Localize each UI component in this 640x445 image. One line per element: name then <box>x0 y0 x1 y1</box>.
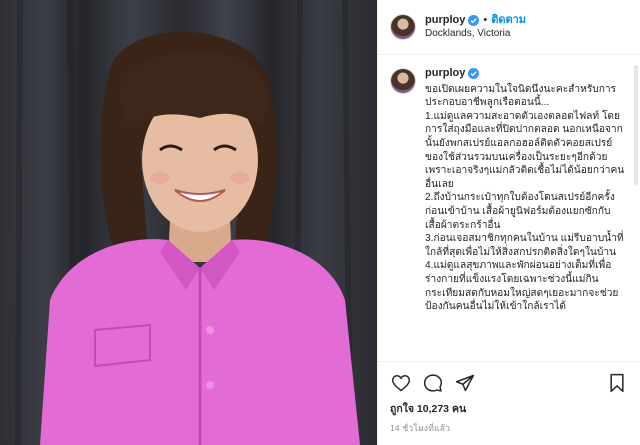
action-icons <box>390 370 628 396</box>
share-icon <box>455 374 475 392</box>
caption-text: ขอเปิดเผยความในใจนิดนึงนะคะสำหรับการประก… <box>425 83 625 313</box>
comments-section[interactable]: purploy ขอเปิดเผยความในใจนิดนึงนะคะสำหรั… <box>378 55 640 361</box>
post-photo[interactable] <box>0 0 377 445</box>
share-button[interactable] <box>454 372 476 394</box>
caption: purploy ขอเปิดเผยความในใจนิดนึงนะคะสำหรั… <box>390 67 628 314</box>
header-username[interactable]: purploy <box>425 13 465 27</box>
comments-scrollbar[interactable] <box>634 65 638 185</box>
location-link[interactable]: Docklands, Victoria <box>425 27 526 41</box>
comment-button[interactable] <box>422 372 444 394</box>
user-avatar[interactable] <box>390 14 416 40</box>
verified-badge-icon <box>468 14 480 26</box>
caption-username[interactable]: purploy <box>425 67 465 81</box>
follow-button[interactable]: ติดตาม <box>491 13 526 27</box>
heart-icon <box>391 374 411 392</box>
post-actions: ถูกใจ 10,273 คน 14 ชั่วโมงที่แล้ว <box>378 361 640 445</box>
comment-icon <box>423 374 443 392</box>
caption-avatar[interactable] <box>390 68 416 94</box>
post-side-panel: purploy • ติดตาม Docklands, Victoria pur… <box>377 0 640 445</box>
post-header: purploy • ติดตาม Docklands, Victoria <box>378 0 640 55</box>
verified-badge-icon <box>468 68 480 80</box>
save-button[interactable] <box>606 372 628 394</box>
header-separator: • <box>483 14 488 26</box>
post-timestamp[interactable]: 14 ชั่วโมงที่แล้ว <box>390 421 628 435</box>
like-button[interactable] <box>390 372 412 394</box>
portrait-illustration <box>15 0 360 445</box>
instagram-post: purploy • ติดตาม Docklands, Victoria pur… <box>0 0 640 445</box>
bookmark-icon <box>610 373 624 393</box>
likes-count[interactable]: ถูกใจ 10,273 คน <box>390 400 628 417</box>
